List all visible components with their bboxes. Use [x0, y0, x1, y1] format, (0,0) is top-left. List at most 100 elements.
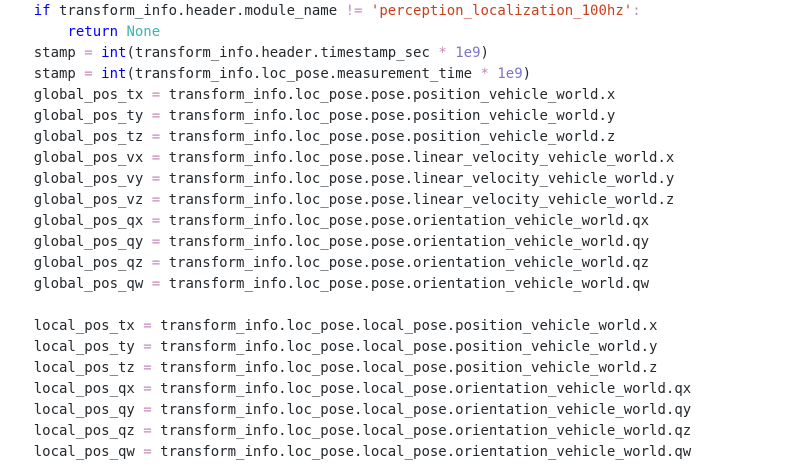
- code-line[interactable]: if transform_info.header.module_name != …: [0, 1, 691, 22]
- code-line[interactable]: [0, 295, 691, 316]
- number-token: 1e9: [497, 66, 523, 82]
- code-token: global_pos_qz: [0, 255, 152, 271]
- code-token: transform_info.loc_pose.pose.linear_velo…: [160, 150, 675, 166]
- code-token: transform_info.header.module_name: [50, 3, 346, 19]
- code-token: local_pos_tz: [0, 360, 144, 376]
- code-token: local_pos_qz: [0, 423, 144, 439]
- keyword-token: int: [101, 66, 127, 82]
- code-token: transform_info.loc_pose.local_pose.posit…: [151, 339, 658, 355]
- code-body[interactable]: if transform_info.header.module_name != …: [0, 0, 691, 463]
- operator-token: =: [151, 150, 161, 166]
- code-token: stamp: [0, 45, 85, 61]
- code-line[interactable]: global_pos_qz = transform_info.loc_pose.…: [0, 253, 691, 274]
- operator-token: =: [143, 339, 152, 355]
- code-token: global_pos_tx: [0, 87, 152, 103]
- code-token: global_pos_tz: [0, 129, 152, 145]
- code-line[interactable]: local_pos_tz = transform_info.loc_pose.l…: [0, 358, 691, 379]
- code-line[interactable]: global_pos_vz = transform_info.loc_pose.…: [0, 190, 691, 211]
- operator-token: =: [143, 444, 152, 460]
- code-line[interactable]: global_pos_tz = transform_info.loc_pose.…: [0, 127, 691, 148]
- code-token: (transform_info.header.timestamp_sec: [126, 45, 439, 61]
- code-line[interactable]: global_pos_qw = transform_info.loc_pose.…: [0, 274, 691, 295]
- code-token: transform_info.loc_pose.local_pose.orien…: [151, 444, 692, 460]
- code-token: global_pos_vz: [0, 192, 152, 208]
- operator-token: *: [480, 66, 489, 82]
- operator-token: =: [151, 192, 161, 208]
- code-line[interactable]: return None: [0, 22, 691, 43]
- code-line[interactable]: local_pos_qx = transform_info.loc_pose.l…: [0, 379, 691, 400]
- code-token: global_pos_vy: [0, 171, 152, 187]
- code-token: transform_info.loc_pose.pose.linear_velo…: [160, 192, 675, 208]
- operator-token: :: [632, 3, 641, 19]
- code-line[interactable]: global_pos_ty = transform_info.loc_pose.…: [0, 106, 691, 127]
- operator-token: =: [151, 129, 161, 145]
- code-token: transform_info.loc_pose.local_pose.posit…: [151, 360, 658, 376]
- code-line[interactable]: global_pos_qx = transform_info.loc_pose.…: [0, 211, 691, 232]
- operator-token: =: [143, 381, 152, 397]
- code-editor[interactable]: if transform_info.header.module_name != …: [0, 0, 792, 468]
- code-token: transform_info.loc_pose.pose.position_ve…: [160, 108, 616, 124]
- code-token: transform_info.loc_pose.local_pose.posit…: [151, 318, 658, 334]
- operator-token: !=: [345, 3, 363, 19]
- code-token: transform_info.loc_pose.pose.orientation…: [160, 276, 650, 292]
- code-line[interactable]: stamp = int(transform_info.loc_pose.meas…: [0, 64, 691, 85]
- code-token: transform_info.loc_pose.pose.orientation…: [160, 213, 650, 229]
- code-token: global_pos_qx: [0, 213, 152, 229]
- string-token: 'perception_localization_100hz': [370, 3, 633, 19]
- operator-token: =: [151, 234, 161, 250]
- code-token: transform_info.loc_pose.local_pose.orien…: [151, 402, 692, 418]
- code-line[interactable]: local_pos_qy = transform_info.loc_pose.l…: [0, 400, 691, 421]
- keyword-token: return: [67, 24, 119, 40]
- code-token: global_pos_qy: [0, 234, 152, 250]
- none-token: None: [126, 24, 161, 40]
- code-token: stamp: [0, 66, 85, 82]
- code-token: global_pos_qw: [0, 276, 152, 292]
- number-token: 1e9: [455, 45, 481, 61]
- code-line[interactable]: global_pos_qy = transform_info.loc_pose.…: [0, 232, 691, 253]
- keyword-token: if: [33, 3, 51, 19]
- code-token: local_pos_tx: [0, 318, 144, 334]
- code-token: local_pos_ty: [0, 339, 144, 355]
- code-line[interactable]: local_pos_qw = transform_info.loc_pose.l…: [0, 442, 691, 463]
- code-token: (transform_info.loc_pose.measurement_tim…: [126, 66, 481, 82]
- operator-token: =: [84, 66, 93, 82]
- operator-token: =: [143, 423, 152, 439]
- code-token: ): [480, 45, 489, 61]
- keyword-token: int: [101, 45, 127, 61]
- operator-token: =: [151, 213, 161, 229]
- code-token: transform_info.loc_pose.pose.orientation…: [160, 234, 650, 250]
- operator-token: =: [143, 360, 152, 376]
- code-token: global_pos_ty: [0, 108, 152, 124]
- operator-token: =: [151, 87, 161, 103]
- code-line[interactable]: local_pos_tx = transform_info.loc_pose.l…: [0, 316, 691, 337]
- operator-token: =: [151, 108, 161, 124]
- operator-token: =: [151, 255, 161, 271]
- operator-token: =: [143, 402, 152, 418]
- code-token: local_pos_qy: [0, 402, 144, 418]
- code-line[interactable]: global_pos_vx = transform_info.loc_pose.…: [0, 148, 691, 169]
- code-token: ): [522, 66, 532, 82]
- code-line[interactable]: local_pos_ty = transform_info.loc_pose.l…: [0, 337, 691, 358]
- operator-token: =: [151, 171, 161, 187]
- code-token: global_pos_vx: [0, 150, 152, 166]
- code-token: transform_info.loc_pose.local_pose.orien…: [151, 381, 692, 397]
- code-token: transform_info.loc_pose.pose.orientation…: [160, 255, 650, 271]
- code-token: transform_info.loc_pose.pose.position_ve…: [160, 129, 616, 145]
- code-token: local_pos_qw: [0, 444, 144, 460]
- code-line[interactable]: local_pos_qz = transform_info.loc_pose.l…: [0, 421, 691, 442]
- operator-token: =: [151, 276, 161, 292]
- operator-token: =: [84, 45, 93, 61]
- code-token: transform_info.loc_pose.local_pose.orien…: [151, 423, 692, 439]
- operator-token: *: [438, 45, 447, 61]
- code-line[interactable]: global_pos_vy = transform_info.loc_pose.…: [0, 169, 691, 190]
- operator-token: =: [143, 318, 152, 334]
- code-line[interactable]: stamp = int(transform_info.header.timest…: [0, 43, 691, 64]
- code-line[interactable]: global_pos_tx = transform_info.loc_pose.…: [0, 85, 691, 106]
- code-token: local_pos_qx: [0, 381, 144, 397]
